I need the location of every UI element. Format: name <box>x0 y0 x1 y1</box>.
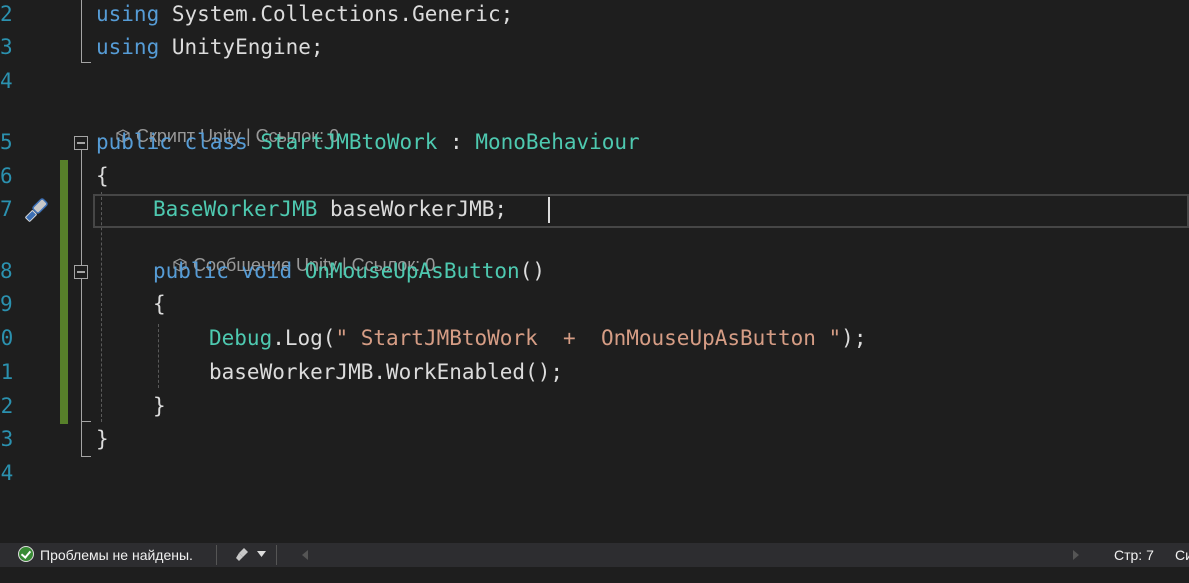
collapse-class-toggle[interactable] <box>74 136 88 150</box>
indent-guide <box>158 324 159 388</box>
line-number: 13 <box>0 427 14 451</box>
changed-lines-indicator <box>60 160 68 424</box>
string-literal: " StartJMBtoWork + OnMouseUpAsButton " <box>335 326 842 350</box>
code-text: ); <box>841 326 867 350</box>
keyword: using <box>96 35 160 59</box>
code-text: () <box>519 259 545 283</box>
code-text: .Log( <box>272 326 336 350</box>
line-number: 11 <box>0 360 14 384</box>
line-number: 12 <box>0 394 14 418</box>
line-number: 10 <box>0 326 14 350</box>
scroll-left-icon[interactable] <box>302 550 308 560</box>
line-number: 4 <box>0 69 13 93</box>
fold-guide-end <box>81 421 91 422</box>
line-number: 3 <box>0 35 13 59</box>
keyword: public <box>153 259 229 283</box>
line-number: 14 <box>0 461 14 485</box>
column-position[interactable]: Си <box>1175 547 1189 563</box>
code-line-3[interactable]: using UnityEngine; <box>96 30 324 64</box>
brace: { <box>96 164 109 188</box>
editor-status-bar: Проблемы не найдены. Стр: 7 Си <box>0 543 1189 567</box>
line-position[interactable]: Стр: 7 <box>1114 547 1154 563</box>
separator <box>216 545 217 565</box>
scroll-right-icon[interactable] <box>1073 550 1079 560</box>
fold-guide-end <box>81 62 91 63</box>
fold-guide <box>81 0 82 62</box>
code-cleanup-brush-icon[interactable] <box>234 546 254 564</box>
brace: { <box>153 292 166 316</box>
line-number: 8 <box>0 259 13 283</box>
quick-actions-brush-icon[interactable] <box>22 196 52 226</box>
code-line-10[interactable]: Debug.Log(" StartJMBtoWork + OnMouseUpAs… <box>209 321 866 355</box>
code-line-12[interactable]: } <box>153 389 166 423</box>
line-number: 5 <box>0 130 13 154</box>
line-number: 7 <box>0 197 13 221</box>
line-number: 2 <box>0 2 13 26</box>
code-line-7[interactable]: BaseWorkerJMB baseWorkerJMB; <box>153 192 507 226</box>
brace: } <box>153 394 166 418</box>
collapse-method-toggle[interactable] <box>74 265 88 279</box>
field-type: BaseWorkerJMB <box>153 197 318 221</box>
code-line-11[interactable]: baseWorkerJMB.WorkEnabled(); <box>209 355 563 389</box>
fold-guide <box>81 279 82 421</box>
method-name: OnMouseUpAsButton <box>304 259 520 283</box>
text-caret <box>548 197 550 223</box>
code-line-9[interactable]: { <box>153 287 166 321</box>
code-text: System.Collections.Generic; <box>159 2 514 26</box>
line-number: 6 <box>0 164 13 188</box>
code-line-13[interactable]: } <box>96 422 109 456</box>
code-line-2[interactable]: using System.Collections.Generic; <box>96 0 513 31</box>
class-reference: Debug <box>209 326 273 350</box>
brace: } <box>96 427 109 451</box>
issues-status[interactable]: Проблемы не найдены. <box>40 547 193 563</box>
code-text: baseWorkerJMB.WorkEnabled(); <box>209 360 564 384</box>
codelens-class[interactable]: Скрипт Unity | Ссылок: 0 <box>96 100 339 146</box>
base-class-name: MonoBehaviour <box>475 130 640 154</box>
keyword: void <box>241 259 293 283</box>
code-line-8[interactable]: public void OnMouseUpAsButton() <box>153 254 545 288</box>
codelens-method[interactable]: Сообщение Unity | Ссылок: 0 <box>153 229 435 275</box>
code-text: : <box>437 130 476 154</box>
keyword: class <box>184 130 248 154</box>
bottom-strip <box>0 567 1189 583</box>
code-text: UnityEngine; <box>159 35 324 59</box>
chevron-down-icon[interactable] <box>257 551 266 557</box>
no-issues-check-icon[interactable] <box>18 546 34 562</box>
keyword: public <box>96 130 172 154</box>
code-line-6[interactable]: { <box>96 159 109 193</box>
code-text: baseWorkerJMB; <box>317 197 508 221</box>
code-line-5[interactable]: public class StartJMBtoWork : MonoBehavi… <box>96 125 640 159</box>
line-number: 9 <box>0 292 13 316</box>
fold-guide-end <box>81 456 91 457</box>
code-editor[interactable]: 2 3 4 5 6 7 8 9 10 11 12 13 14 using Sys… <box>0 0 1189 543</box>
class-name: StartJMBtoWork <box>260 130 438 154</box>
keyword: using <box>96 2 160 26</box>
separator <box>276 545 277 565</box>
